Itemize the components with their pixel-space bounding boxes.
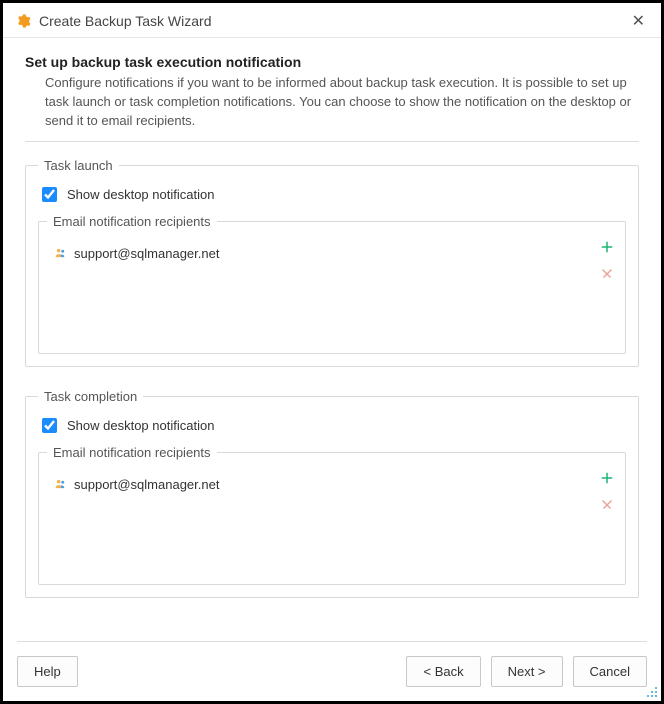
launch-recipients-legend: Email notification recipients: [47, 214, 217, 229]
help-button[interactable]: Help: [17, 656, 78, 687]
task-launch-legend: Task launch: [38, 158, 119, 173]
back-button[interactable]: < Back: [406, 656, 480, 687]
add-recipient-button[interactable]: [597, 237, 617, 257]
task-completion-legend: Task completion: [38, 389, 143, 404]
recipient-email: support@sqlmanager.net: [74, 246, 219, 261]
completion-recipients-legend: Email notification recipients: [47, 445, 217, 460]
wizard-footer: Help < Back Next > Cancel: [17, 641, 647, 687]
add-recipient-button[interactable]: [597, 468, 617, 488]
completion-show-desktop-label[interactable]: Show desktop notification: [67, 418, 214, 433]
divider: [17, 641, 647, 642]
remove-recipient-button[interactable]: [597, 263, 617, 283]
titlebar: Create Backup Task Wizard ✕: [3, 3, 661, 38]
wizard-content: Set up backup task execution notificatio…: [3, 38, 661, 598]
task-completion-group: Task completion Show desktop notificatio…: [25, 389, 639, 598]
divider: [25, 141, 639, 142]
next-button[interactable]: Next >: [491, 656, 563, 687]
completion-recipients-list[interactable]: support@sqlmanager.net: [47, 468, 591, 576]
page-description: Configure notifications if you want to b…: [45, 74, 639, 131]
launch-show-desktop-checkbox[interactable]: [42, 187, 57, 202]
gear-icon: [15, 13, 31, 29]
remove-recipient-button[interactable]: [597, 494, 617, 514]
close-icon[interactable]: ✕: [628, 11, 649, 31]
page-heading: Set up backup task execution notificatio…: [25, 54, 639, 70]
list-item[interactable]: support@sqlmanager.net: [52, 244, 586, 263]
cancel-button[interactable]: Cancel: [573, 656, 647, 687]
completion-show-desktop-checkbox[interactable]: [42, 418, 57, 433]
task-launch-group: Task launch Show desktop notification Em…: [25, 158, 639, 367]
recipient-email: support@sqlmanager.net: [74, 477, 219, 492]
launch-recipients-list[interactable]: support@sqlmanager.net: [47, 237, 591, 345]
people-icon: [54, 246, 68, 260]
completion-recipients-group: Email notification recipients support@sq…: [38, 445, 626, 585]
window-title: Create Backup Task Wizard: [39, 13, 628, 29]
people-icon: [54, 477, 68, 491]
launch-recipients-group: Email notification recipients support@sq…: [38, 214, 626, 354]
list-item[interactable]: support@sqlmanager.net: [52, 475, 586, 494]
launch-show-desktop-label[interactable]: Show desktop notification: [67, 187, 214, 202]
resize-grip-icon: [646, 686, 658, 698]
